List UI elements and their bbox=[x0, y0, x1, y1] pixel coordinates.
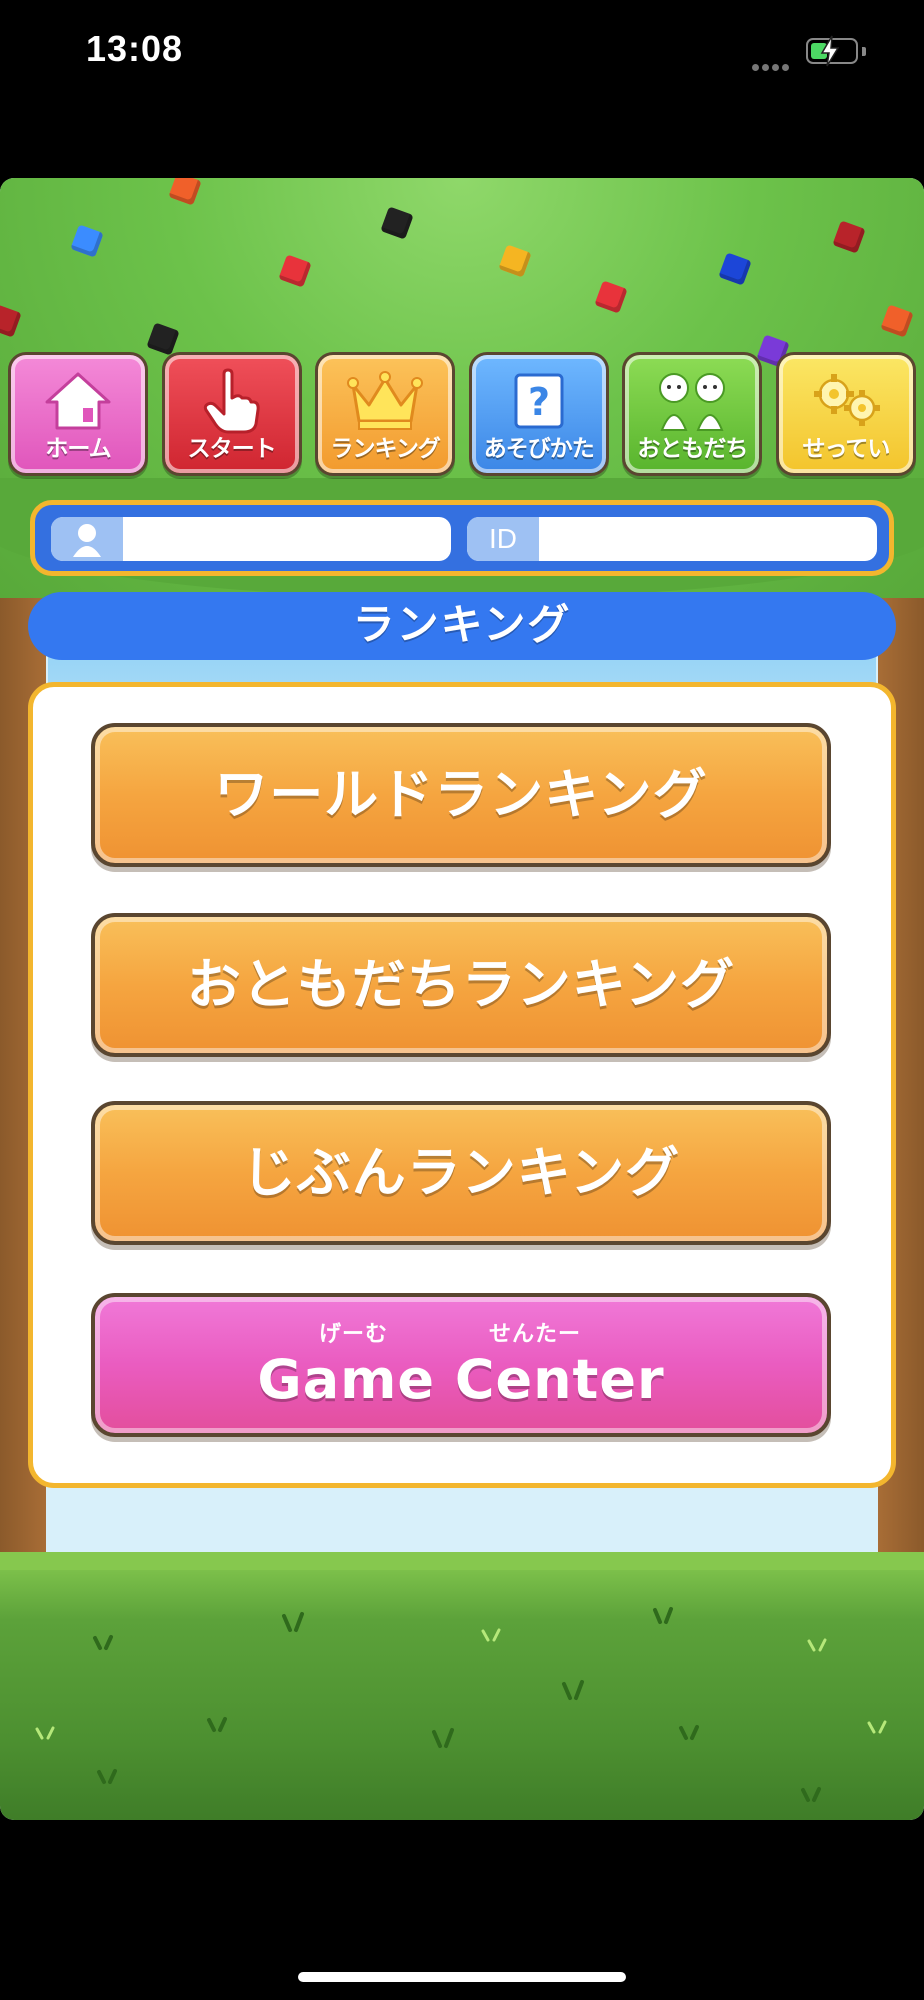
nav-friends-label: おともだち bbox=[637, 436, 748, 462]
game-screen: ホーム スタート ランキング ? あそびかた おともだち せってい ID ランキ… bbox=[0, 178, 924, 1820]
grass-ground bbox=[0, 1570, 924, 1820]
home-indicator[interactable] bbox=[298, 1972, 626, 1982]
nav-howto-label: あそびかた bbox=[483, 436, 595, 462]
nav-home-button[interactable]: ホーム bbox=[8, 352, 148, 476]
friends-ranking-button[interactable]: おともだちランキング bbox=[91, 913, 831, 1057]
user-icon bbox=[51, 517, 123, 561]
pointing-hand-icon bbox=[165, 368, 299, 434]
user-id-field[interactable]: ID bbox=[467, 517, 877, 561]
id-tag: ID bbox=[467, 517, 539, 561]
nav-home-label: ホーム bbox=[45, 436, 111, 462]
game-center-label: Game Center bbox=[257, 1348, 665, 1411]
nav-start-button[interactable]: スタート bbox=[161, 352, 302, 476]
battery-cap bbox=[862, 47, 866, 56]
svg-text:?: ? bbox=[528, 380, 550, 424]
signal-icon bbox=[752, 56, 796, 71]
status-bar: 13:08 bbox=[0, 0, 924, 110]
question-block-icon: ? bbox=[472, 369, 606, 433]
section-title: ランキング bbox=[28, 592, 896, 660]
nav-start-label: スタート bbox=[187, 436, 277, 462]
nav-ranking-label: ランキング bbox=[330, 436, 441, 462]
world-ranking-button[interactable]: ワールドランキング bbox=[91, 723, 831, 867]
status-time: 13:08 bbox=[86, 28, 184, 69]
house-icon bbox=[11, 369, 145, 433]
crown-icon bbox=[318, 369, 452, 433]
nav-friends-button[interactable]: おともだち bbox=[622, 352, 763, 476]
charging-bolt-icon bbox=[820, 35, 840, 67]
top-nav-bar: ホーム スタート ランキング ? あそびかた おともだち せってい bbox=[8, 352, 916, 478]
gear-icon bbox=[779, 369, 913, 433]
nav-howto-button[interactable]: ? あそびかた bbox=[468, 352, 609, 476]
friends-icon bbox=[625, 369, 759, 433]
profile-bar: ID bbox=[30, 500, 894, 576]
game-center-button[interactable]: げーむ せんたー Game Center bbox=[91, 1293, 831, 1437]
nav-ranking-button[interactable]: ランキング bbox=[315, 352, 456, 476]
grass-sprouts bbox=[35, 1607, 887, 1802]
nav-settings-button[interactable]: せってい bbox=[775, 352, 916, 476]
nav-settings-label: せってい bbox=[802, 436, 891, 462]
username-field[interactable] bbox=[51, 517, 451, 561]
my-ranking-button[interactable]: じぶんランキング bbox=[91, 1101, 831, 1245]
ranking-menu-panel: ワールドランキング おともだちランキング じぶんランキング げーむ せんたー G… bbox=[28, 682, 896, 1488]
